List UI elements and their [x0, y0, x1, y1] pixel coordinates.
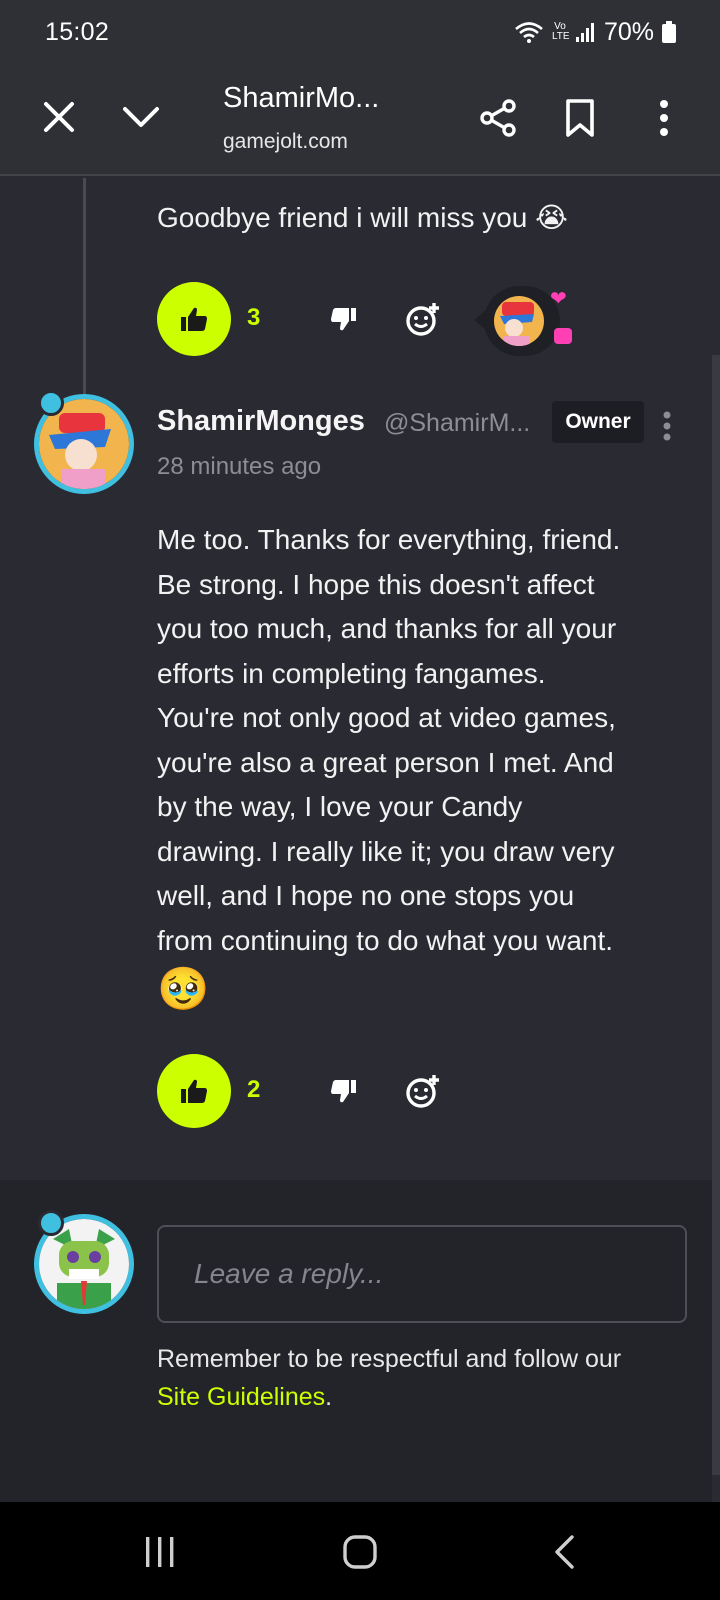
- page-url: gamejolt.com: [223, 130, 348, 153]
- more-vert-icon: [660, 100, 668, 136]
- add-reaction-button[interactable]: [401, 297, 445, 341]
- dislike-button[interactable]: [324, 299, 364, 339]
- add-reaction-button[interactable]: [401, 1069, 445, 1113]
- more-options-button[interactable]: [640, 94, 688, 142]
- chat-bubble-icon: [554, 328, 572, 344]
- owner-badge: Owner: [552, 401, 644, 443]
- signal-icon: [575, 21, 596, 43]
- comment-line: from continuing to do what you want.: [157, 924, 614, 956]
- comment-thread: Goodbye friend i will miss you 😭 3 ❤ Sha…: [0, 178, 720, 1502]
- close-icon: [44, 102, 74, 132]
- comment-emoji: 🥹: [157, 965, 210, 1012]
- thumbs-up-icon: [181, 307, 207, 331]
- comment-handle[interactable]: @ShamirM...: [384, 409, 530, 438]
- status-indicators: Vo LTE 70%: [514, 18, 676, 47]
- guidelines-text: Remember to be respectful and follow our: [157, 1345, 622, 1373]
- close-button[interactable]: [36, 94, 82, 140]
- battery-level: 70%: [603, 17, 654, 46]
- recents-icon: [146, 1537, 174, 1567]
- reply-indicator[interactable]: ❤: [474, 286, 584, 356]
- thread-line: [83, 178, 86, 396]
- site-guidelines-link[interactable]: Site Guidelines: [157, 1383, 325, 1411]
- avatar: [494, 296, 544, 346]
- page-title: ShamirMo...: [223, 82, 380, 114]
- heart-icon: ❤: [550, 288, 567, 310]
- comment-line: well, and I hope no one stops you: [157, 880, 575, 911]
- comment-line: efforts in completing fangames.: [157, 657, 546, 689]
- comment-more-button[interactable]: [652, 408, 682, 444]
- add-reaction-icon: [406, 303, 439, 336]
- guidelines-notice: Remember to be respectful and follow our…: [157, 1340, 621, 1416]
- recents-button[interactable]: [134, 1526, 186, 1578]
- comment-author[interactable]: ShamirMonges: [157, 405, 365, 438]
- volte-label: Vo LTE: [551, 21, 570, 42]
- avatar-badge: [38, 390, 64, 416]
- status-bar: 15:02 Vo LTE 70%: [0, 0, 720, 64]
- wifi-icon: [514, 20, 544, 44]
- comment-line: Be strong. I hope this doesn't affect: [157, 568, 595, 600]
- comment-line: by the way, I love your Candy: [157, 791, 523, 822]
- system-nav-bar: [0, 1502, 720, 1600]
- thumbs-up-icon: [181, 1079, 207, 1103]
- home-button[interactable]: [334, 1526, 386, 1578]
- like-button[interactable]: [157, 282, 231, 356]
- reply-section: Remember to be respectful and follow our…: [0, 1180, 712, 1502]
- reply-input[interactable]: [157, 1225, 687, 1323]
- bookmark-button[interactable]: [556, 94, 604, 142]
- thumbs-down-icon: [331, 1080, 356, 1103]
- scrollbar[interactable]: [712, 355, 720, 1475]
- share-button[interactable]: [474, 94, 522, 142]
- previous-comment-text: Goodbye friend i will miss you 😭: [157, 202, 568, 233]
- comment-line: you too much, and thanks for all your: [157, 613, 617, 644]
- more-vert-icon: [663, 411, 671, 441]
- comment-timestamp: 28 minutes ago: [157, 453, 322, 480]
- chevron-down-icon: [123, 107, 159, 127]
- thumbs-down-icon: [331, 308, 356, 331]
- comment-line: drawing. I really like it; you draw very: [157, 835, 615, 867]
- battery-icon: [662, 21, 676, 43]
- back-button[interactable]: [538, 1526, 590, 1578]
- avatar-badge: [38, 1210, 64, 1236]
- like-count: 2: [247, 1076, 261, 1103]
- comment-line: You're not only good at video games,: [157, 702, 616, 733]
- minimize-button[interactable]: [118, 94, 164, 140]
- back-icon: [555, 1535, 574, 1569]
- share-icon: [480, 99, 516, 137]
- comment-line: you're also a great person I met. And: [157, 746, 614, 778]
- browser-toolbar: ShamirMo... gamejolt.com: [0, 64, 720, 176]
- comment-line: Me too. Thanks for everything, friend.: [157, 524, 621, 555]
- add-reaction-icon: [406, 1075, 439, 1108]
- status-time: 15:02: [45, 17, 110, 46]
- dislike-button[interactable]: [324, 1071, 364, 1111]
- like-count: 3: [247, 304, 261, 331]
- comment-body: Me too. Thanks for everything, friend. B…: [157, 518, 620, 1015]
- home-icon: [343, 1535, 377, 1569]
- guidelines-period: .: [325, 1383, 333, 1411]
- bookmark-icon: [566, 99, 594, 137]
- like-button[interactable]: [157, 1054, 231, 1128]
